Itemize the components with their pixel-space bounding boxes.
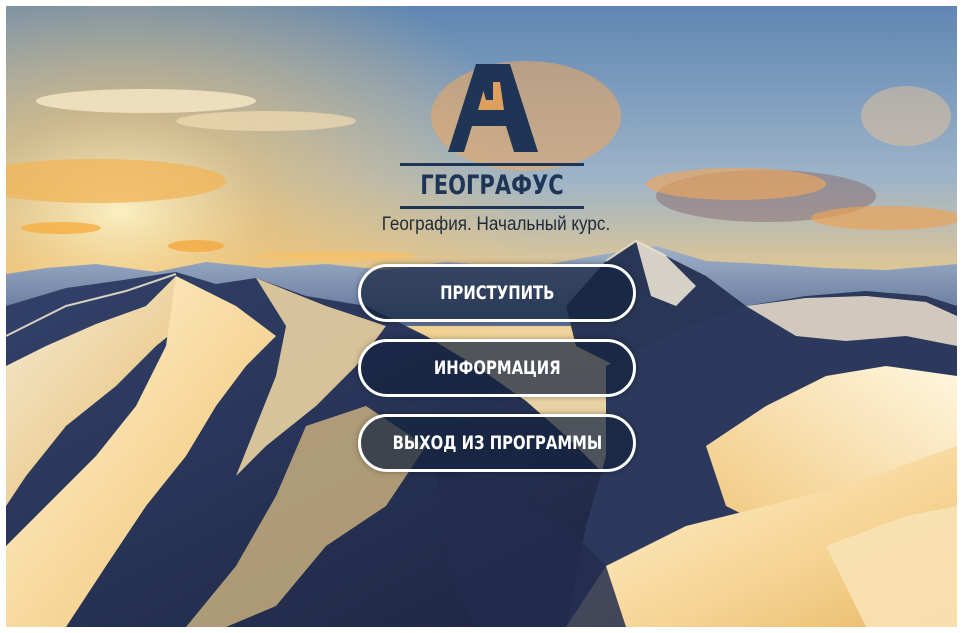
- exit-button-label: ВЫХОД ИЗ ПРОГРАММЫ: [392, 432, 602, 454]
- logo-rule-bottom: [400, 206, 584, 209]
- logo-rule-top: [400, 163, 584, 166]
- exit-button[interactable]: ВЫХОД ИЗ ПРОГРАММЫ: [358, 414, 636, 472]
- logo-a-icon: [448, 64, 538, 152]
- start-button-label: ПРИСТУПИТЬ: [439, 282, 555, 304]
- info-button-label: ИНФОРМАЦИЯ: [433, 357, 561, 379]
- info-button[interactable]: ИНФОРМАЦИЯ: [358, 339, 636, 397]
- app-logo: ГЕОГРАФУС: [400, 64, 584, 214]
- start-button[interactable]: ПРИСТУПИТЬ: [358, 264, 636, 322]
- app-subtitle: География. Начальный курс.: [381, 214, 611, 235]
- logo-text: ГЕОГРАФУС: [420, 170, 564, 201]
- app-window: ГЕОГРАФУС География. Начальный курс. ПРИ…: [6, 6, 957, 627]
